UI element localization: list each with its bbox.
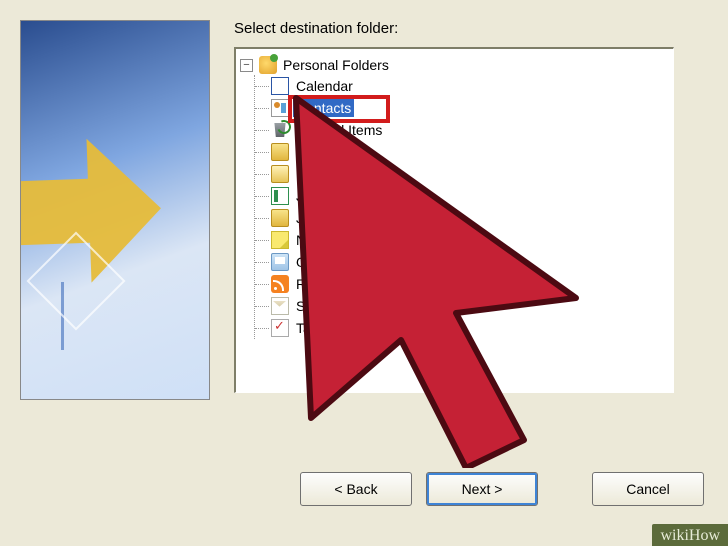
tree-item[interactable]: Calendar (255, 75, 669, 97)
tree-item-label[interactable]: Calendar (293, 77, 356, 95)
folder-icon (271, 143, 289, 161)
sent-icon (271, 297, 289, 315)
journal-icon (271, 187, 289, 205)
tree-item-label[interactable]: Contacts (293, 99, 354, 117)
tree-item-label[interactable]: Deleted Items (293, 121, 385, 139)
deleted-icon (271, 121, 289, 139)
tree-item[interactable]: Junk E-mail (255, 207, 669, 229)
tree-item[interactable]: Inbox (255, 163, 669, 185)
tree-item-label[interactable]: Sent Items (293, 297, 366, 315)
tree-item-label[interactable]: Drafts (293, 143, 336, 161)
wizard-button-row: < Back Next > Cancel (300, 472, 704, 506)
tree-children: Calendar Contacts Deleted Items Drafts Inbox… (254, 75, 669, 339)
cancel-button[interactable]: Cancel (592, 472, 704, 506)
tree-root-item[interactable]: − Personal Folders (240, 55, 669, 75)
tree-item-label[interactable]: Inbox (293, 165, 333, 183)
tree-item[interactable]: Drafts (255, 141, 669, 163)
tasks-icon (271, 319, 289, 337)
calendar-icon (271, 77, 289, 95)
tree-item[interactable]: Sent Items (255, 295, 669, 317)
tree-item-label[interactable]: Tasks (293, 319, 335, 337)
tree-item[interactable]: Outbox (255, 251, 669, 273)
outbox-icon (271, 253, 289, 271)
instruction-label: Select destination folder: (234, 20, 724, 37)
wizard-sidebar-image (20, 20, 210, 400)
tree-root-label[interactable]: Personal Folders (283, 57, 389, 73)
tree-item[interactable]: Tasks (255, 317, 669, 339)
folder-open-icon (271, 165, 289, 183)
contacts-icon (271, 99, 289, 117)
folder-icon (271, 209, 289, 227)
tree-item-label[interactable]: Outbox (293, 253, 344, 271)
tree-item-label[interactable]: Notes (293, 231, 336, 249)
personal-folders-icon (259, 56, 277, 74)
watermark-label: wikiHow (652, 524, 728, 546)
tree-item-label[interactable]: Journal (293, 187, 345, 205)
tree-item[interactable]: Contacts (255, 97, 669, 119)
notes-icon (271, 231, 289, 249)
back-button[interactable]: < Back (300, 472, 412, 506)
tree-item[interactable]: Journal (255, 185, 669, 207)
tree-item[interactable]: Notes (255, 229, 669, 251)
tree-item[interactable]: Deleted Items (255, 119, 669, 141)
rss-icon (271, 275, 289, 293)
tree-item[interactable]: RSS Feeds (255, 273, 669, 295)
next-button[interactable]: Next > (426, 472, 538, 506)
wizard-main: Select destination folder: − Personal Fo… (234, 10, 724, 400)
tree-item-label[interactable]: Junk E-mail (293, 209, 372, 227)
wizard-body: Select destination folder: − Personal Fo… (0, 0, 728, 400)
folder-tree[interactable]: − Personal Folders Calendar Contacts Delet… (234, 47, 674, 393)
collapse-icon[interactable]: − (240, 59, 253, 72)
tree-item-label[interactable]: RSS Feeds (293, 275, 371, 293)
